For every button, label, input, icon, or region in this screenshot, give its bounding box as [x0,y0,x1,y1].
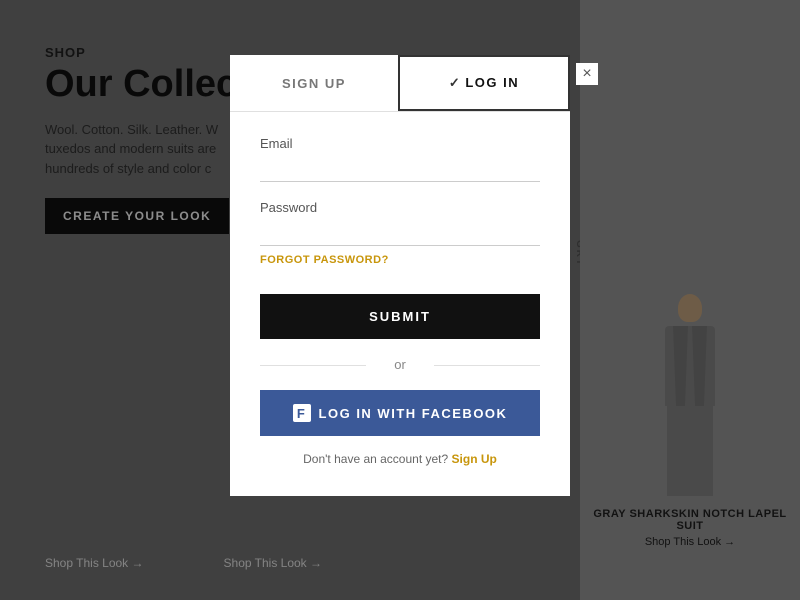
facebook-button-label: LOG IN WITH FACEBOOK [319,406,508,421]
login-modal: SIGN UP ✓LOG IN × Email Password FORGOT … [230,55,570,496]
signup-prompt-text: Don't have an account yet? [303,452,448,466]
password-form-group: Password FORGOT PASSWORD? [260,200,540,266]
facebook-icon: f [293,404,311,422]
modal-header: SIGN UP ✓LOG IN × [230,55,570,112]
modal-body: Email Password FORGOT PASSWORD? SUBMIT o… [230,112,570,466]
password-input[interactable] [260,221,540,246]
signup-tab[interactable]: SIGN UP [230,55,398,111]
email-label: Email [260,136,540,151]
close-button[interactable]: × [576,63,598,85]
forgot-password-link[interactable]: FORGOT PASSWORD? [260,254,540,266]
password-label: Password [260,200,540,215]
email-form-group: Email [260,136,540,182]
submit-button[interactable]: SUBMIT [260,294,540,339]
login-tab[interactable]: ✓LOG IN [398,55,570,111]
email-input[interactable] [260,157,540,182]
check-icon: ✓ [449,75,461,90]
signup-prompt: Don't have an account yet? Sign Up [260,452,540,466]
or-divider: or [260,357,540,372]
signup-link[interactable]: Sign Up [452,452,497,466]
facebook-login-button[interactable]: f LOG IN WITH FACEBOOK [260,390,540,436]
